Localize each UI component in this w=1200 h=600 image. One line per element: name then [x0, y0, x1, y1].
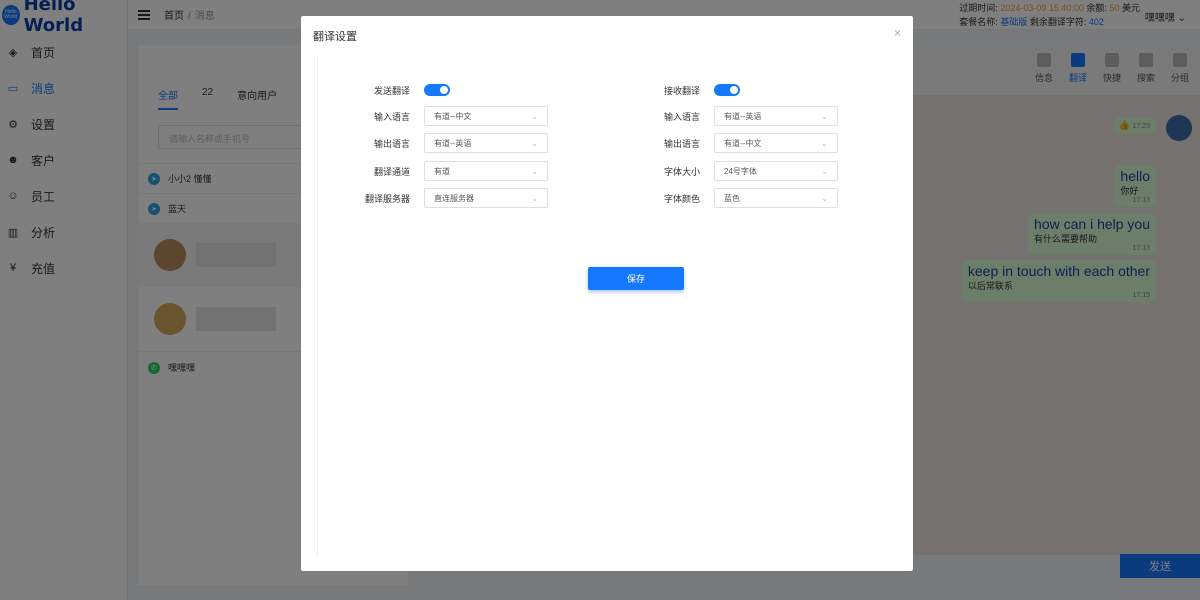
select-field[interactable]: 蓝色 ⌄ [714, 188, 838, 208]
select-value: 有道--中文 [724, 138, 762, 148]
field-label: 输出语言 [663, 138, 700, 149]
field-label: 字体颜色 [663, 193, 700, 204]
save-button[interactable]: 保存 [588, 267, 684, 290]
chevron-down-icon: ⌄ [821, 166, 828, 176]
form-row: 翻译服务器 直连服务器 ⌄ [318, 188, 548, 208]
select-value: 有道--中文 [434, 111, 472, 121]
form-row: 发送翻译 [318, 80, 450, 100]
select-field[interactable]: 有道 ⌄ [424, 161, 548, 181]
form-row: 输出语言 有道--英语 ⌄ [318, 133, 548, 153]
close-icon[interactable]: × [894, 26, 901, 40]
chevron-down-icon: ⌄ [821, 138, 828, 148]
select-field[interactable]: 有道--中文 ⌄ [424, 106, 548, 126]
field-label: 接收翻译 [663, 85, 700, 96]
select-value: 有道 [434, 166, 450, 176]
select-field[interactable]: 直连服务器 ⌄ [424, 188, 548, 208]
select-value: 24号字体 [724, 166, 757, 176]
select-value: 有道--英语 [724, 111, 762, 121]
field-label: 输出语言 [373, 138, 410, 149]
select-field[interactable]: 24号字体 ⌄ [714, 161, 838, 181]
select-value: 有道--英语 [434, 138, 472, 148]
chevron-down-icon: ⌄ [531, 138, 538, 148]
form-row: 输入语言 有道--中文 ⌄ [318, 106, 548, 126]
form-row: 翻译通道 有道 ⌄ [318, 161, 548, 181]
chevron-down-icon: ⌄ [821, 193, 828, 203]
translation-settings-dialog: 翻译设置 × 保存 发送翻译 输入语言 有道--中文 ⌄ 输出语言 有道--英语 ⌄ 翻译通道… [301, 16, 913, 571]
field-label: 输入语言 [373, 111, 410, 122]
settings-form: 保存 发送翻译 输入语言 有道--中文 ⌄ 输出语言 有道--英语 ⌄ 翻译通道 有道 ⌄ 翻译服务… [317, 56, 897, 556]
field-label: 翻译通道 [373, 166, 410, 177]
field-label: 发送翻译 [373, 85, 410, 96]
field-label: 输入语言 [663, 111, 700, 122]
receive-translate-toggle[interactable] [714, 84, 740, 96]
select-field[interactable]: 有道--英语 ⌄ [714, 106, 838, 126]
select-value: 直连服务器 [434, 193, 474, 203]
send-translate-toggle[interactable] [424, 84, 450, 96]
chevron-down-icon: ⌄ [531, 166, 538, 176]
select-field[interactable]: 有道--中文 ⌄ [714, 133, 838, 153]
form-row: 输出语言 有道--中文 ⌄ [608, 133, 838, 153]
form-row: 字体颜色 蓝色 ⌄ [608, 188, 838, 208]
chevron-down-icon: ⌄ [821, 111, 828, 121]
form-row: 字体大小 24号字体 ⌄ [608, 161, 838, 181]
select-field[interactable]: 有道--英语 ⌄ [424, 133, 548, 153]
form-row: 接收翻译 [608, 80, 740, 100]
select-value: 蓝色 [724, 193, 740, 203]
chevron-down-icon: ⌄ [531, 193, 538, 203]
dialog-title: 翻译设置 [313, 31, 357, 43]
form-row: 输入语言 有道--英语 ⌄ [608, 106, 838, 126]
chevron-down-icon: ⌄ [531, 111, 538, 121]
field-label: 翻译服务器 [364, 193, 410, 204]
field-label: 字体大小 [663, 166, 700, 177]
